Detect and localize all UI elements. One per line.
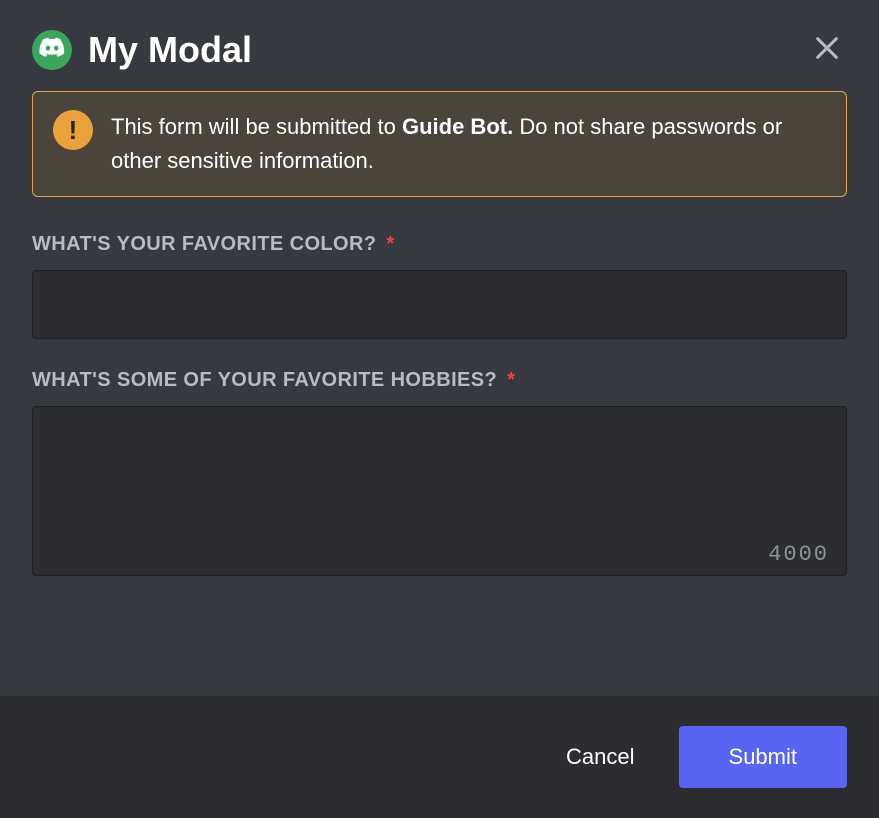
color-input[interactable] <box>32 270 847 339</box>
modal-title: My Modal <box>88 29 252 71</box>
field-label-hobbies: WHAT'S SOME OF YOUR FAVORITE HOBBIES? * <box>32 369 847 392</box>
warning-bot-name: Guide Bot. <box>402 114 513 139</box>
color-label-text: WHAT'S YOUR FAVORITE COLOR? <box>32 233 376 255</box>
submit-button[interactable]: Submit <box>679 726 847 788</box>
exclamation-icon: ! <box>69 117 78 143</box>
modal-body: ! This form will be submitted to Guide B… <box>0 91 879 696</box>
cancel-button[interactable]: Cancel <box>544 730 656 784</box>
modal-title-wrap: My Modal <box>32 29 252 71</box>
modal-header: My Modal <box>0 0 879 91</box>
discord-logo-icon <box>39 37 65 62</box>
hobbies-label-text: WHAT'S SOME OF YOUR FAVORITE HOBBIES? <box>32 369 497 391</box>
required-star: * <box>507 369 515 391</box>
warning-icon: ! <box>53 110 93 150</box>
field-hobbies: WHAT'S SOME OF YOUR FAVORITE HOBBIES? * … <box>32 369 847 581</box>
hobbies-textarea-wrap: 4000 <box>32 406 847 581</box>
warning-box: ! This form will be submitted to Guide B… <box>32 91 847 197</box>
warning-text: This form will be submitted to Guide Bot… <box>111 110 826 178</box>
hobbies-textarea[interactable] <box>32 406 847 576</box>
modal-footer: Cancel Submit <box>0 696 879 818</box>
field-label-color: WHAT'S YOUR FAVORITE COLOR? * <box>32 233 847 256</box>
field-color: WHAT'S YOUR FAVORITE COLOR? * <box>32 233 847 339</box>
close-button[interactable] <box>807 28 847 71</box>
bot-avatar <box>32 30 72 70</box>
close-icon <box>813 34 841 65</box>
required-star: * <box>386 233 394 255</box>
warning-prefix: This form will be submitted to <box>111 114 402 139</box>
